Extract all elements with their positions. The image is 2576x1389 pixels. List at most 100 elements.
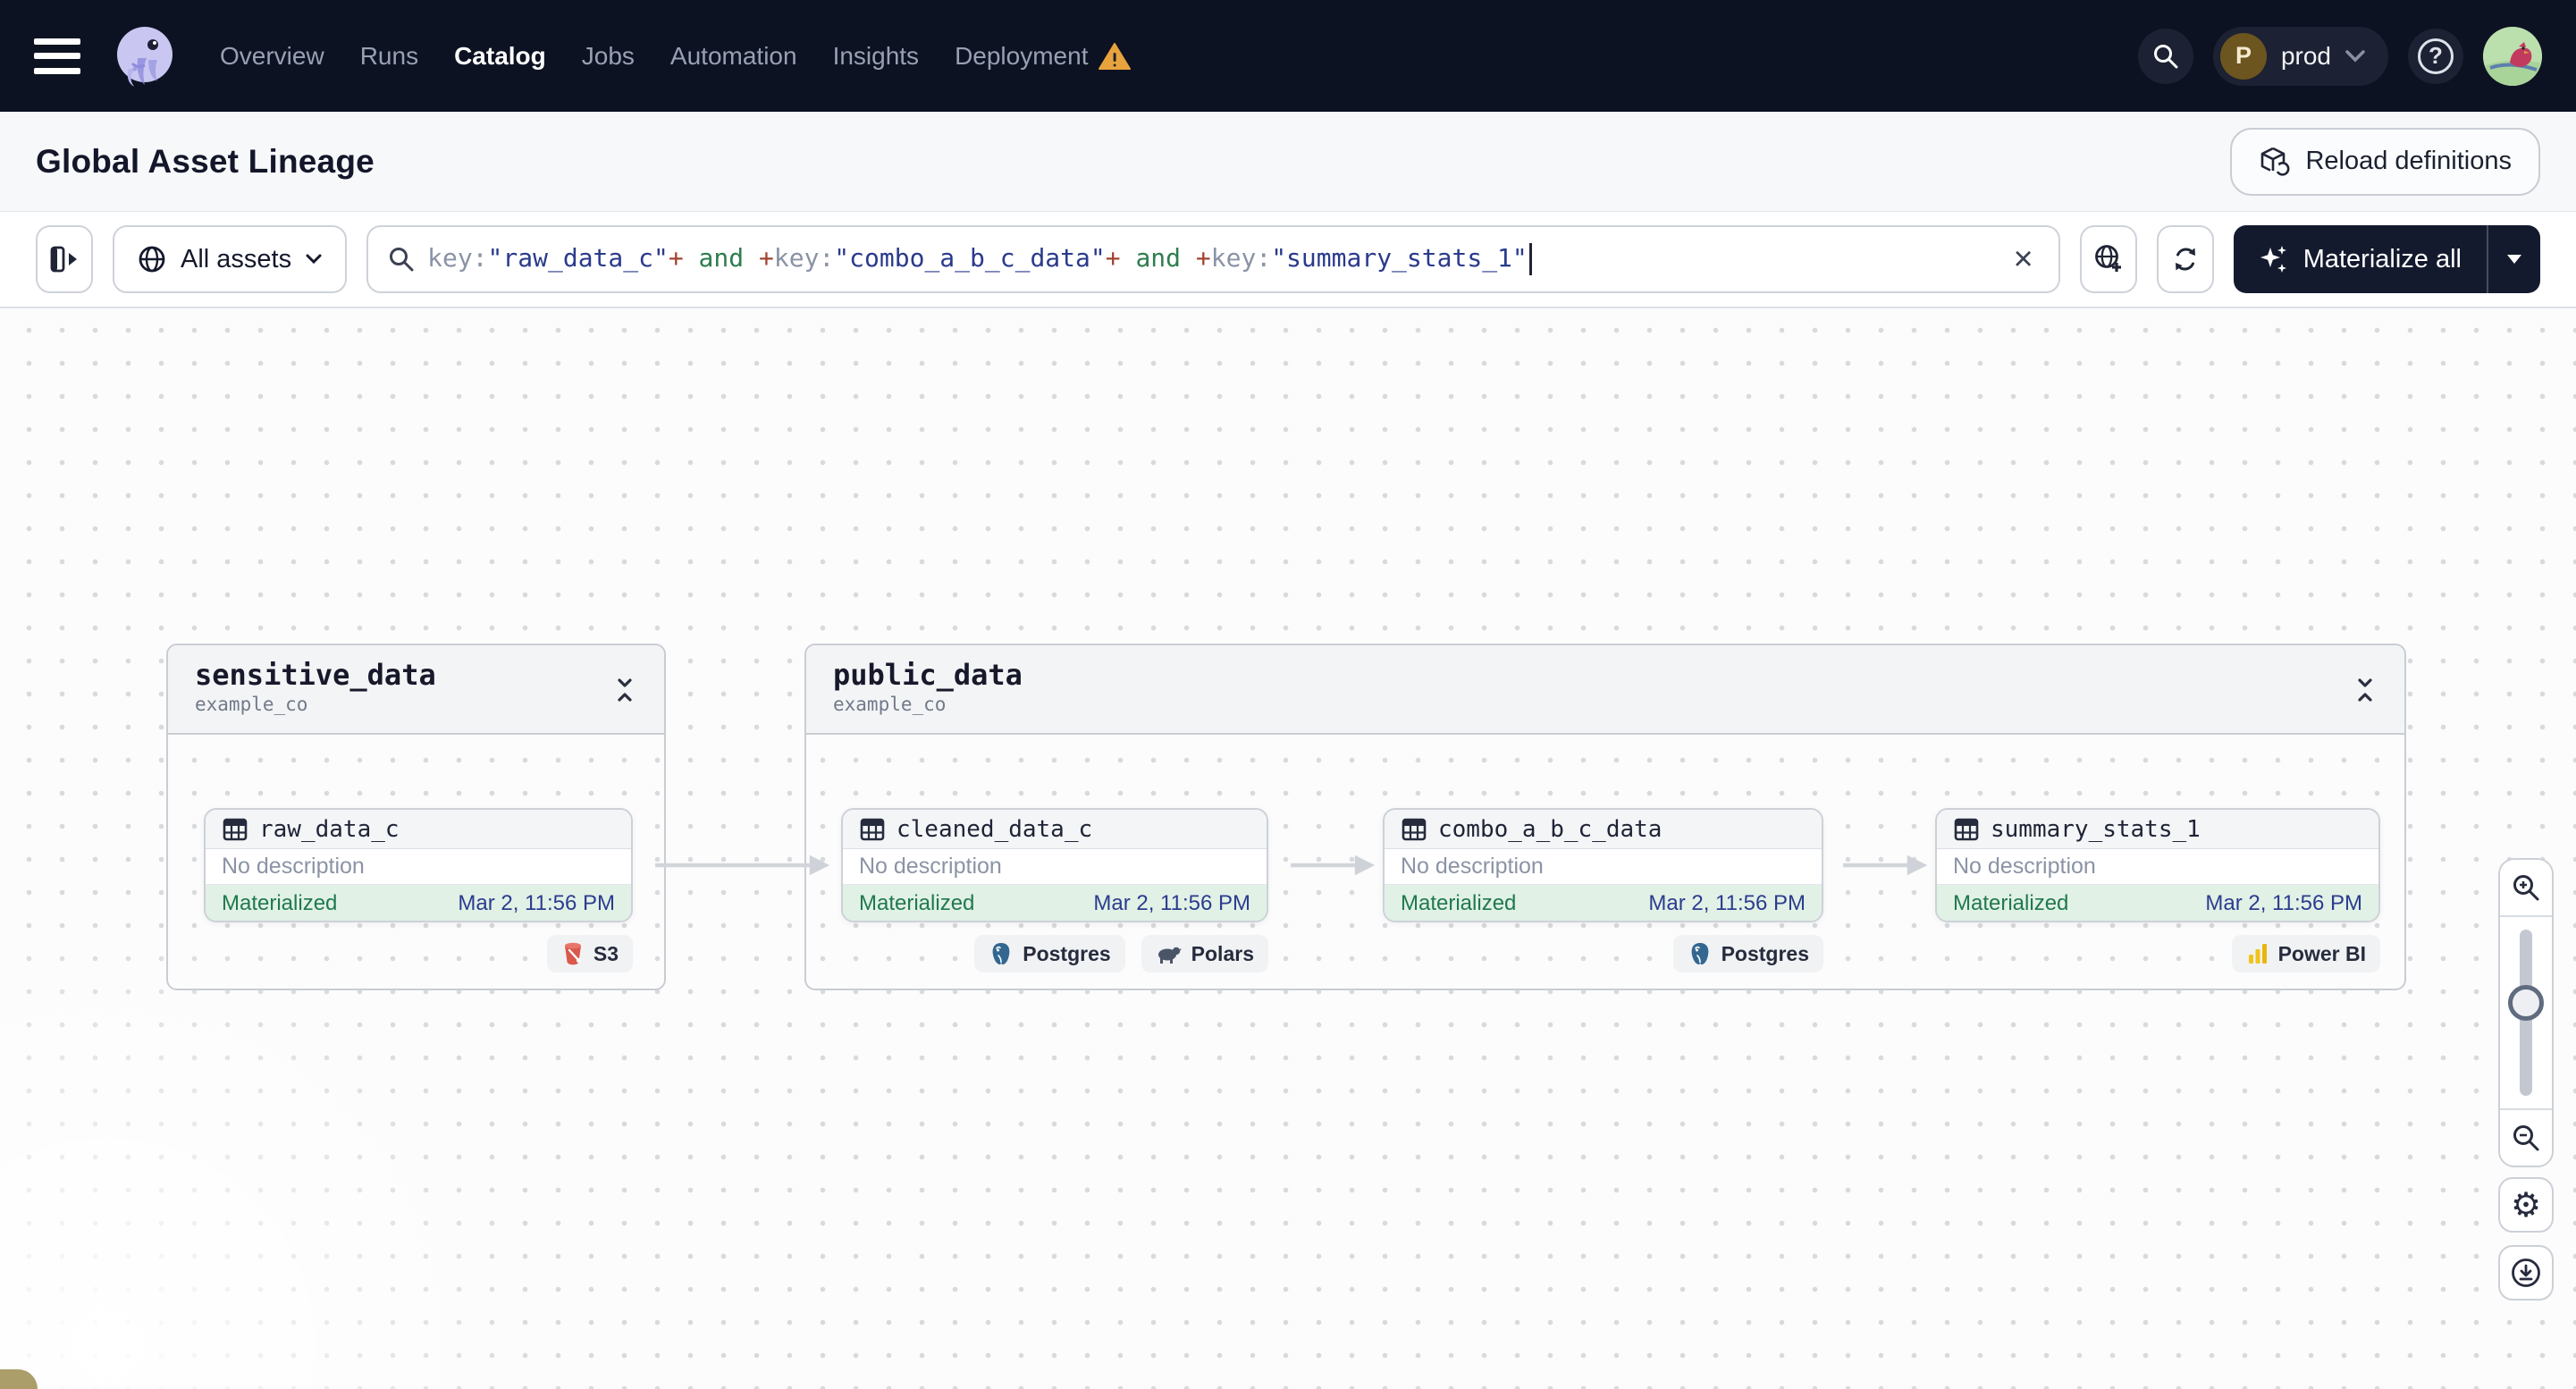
nav-item-insights[interactable]: Insights: [833, 42, 920, 71]
help-button[interactable]: ?: [2408, 28, 2463, 84]
asset-status-row: Materialized Mar 2, 11:56 PM: [206, 885, 631, 921]
chevron-down-icon: [2345, 49, 2365, 62]
question-icon: ?: [2418, 38, 2454, 74]
tag-label: S3: [593, 941, 619, 965]
nav-item-automation[interactable]: Automation: [670, 42, 797, 71]
asset-tags-cleaned-data-c: Postgres Polars: [841, 935, 1268, 972]
clear-search-button[interactable]: ×: [2008, 242, 2039, 276]
refresh-button[interactable]: [2156, 225, 2214, 293]
deployment-initial: P: [2219, 32, 2267, 80]
search-query: key:"raw_data_c"+ and +key:"combo_a_b_c_…: [427, 243, 1995, 275]
avatar-image: [2483, 26, 2542, 86]
globe-plus-icon: [2094, 245, 2121, 272]
graph-settings-button[interactable]: ⚙: [2498, 1177, 2554, 1233]
asset-node-raw-data-c[interactable]: raw_data_c No description Materialized M…: [204, 808, 633, 922]
asset-description: No description: [1385, 849, 1822, 885]
sparkles-icon: [2260, 246, 2286, 273]
powerbi-icon: [2248, 944, 2267, 964]
zoom-out-button[interactable]: [2500, 1110, 2552, 1166]
group-location: example_co: [833, 694, 947, 715]
group-header[interactable]: sensitive_data example_co: [168, 645, 664, 735]
status-badge: Materialized: [1401, 890, 1517, 915]
query-segment: +: [1195, 243, 1211, 273]
lineage-toolbar: All assets key:"raw_data_c"+ and +key:"c…: [0, 212, 2576, 308]
asset-node-cleaned-data-c[interactable]: cleaned_data_c No description Materializ…: [841, 808, 1268, 922]
asset-node-summary-stats-1[interactable]: summary_stats_1 No description Materiali…: [1935, 808, 2380, 922]
collapse-icon: [618, 678, 632, 702]
zoom-in-button[interactable]: [2500, 860, 2552, 915]
collapse-group-button[interactable]: [605, 670, 644, 711]
tag-label: Power BI: [2277, 941, 2366, 965]
reload-cube-icon: [2261, 147, 2290, 176]
status-badge: Materialized: [222, 890, 338, 915]
postgres-icon: [992, 943, 1010, 965]
chevron-down-icon: [306, 254, 322, 265]
query-segment: key:: [773, 243, 835, 273]
download-graph-button[interactable]: [2498, 1245, 2554, 1301]
group-name: public_data: [833, 658, 1023, 692]
asset-name: cleaned_data_c: [897, 815, 1093, 843]
asset-tags-summary-stats-1: Power BI: [1935, 935, 2380, 972]
asset-search-input[interactable]: key:"raw_data_c"+ and +key:"combo_a_b_c_…: [366, 225, 2060, 293]
page-header: Global Asset Lineage Reload definitions: [0, 112, 2576, 212]
asset-description: No description: [206, 849, 631, 885]
zoom-slider[interactable]: [2500, 915, 2552, 1110]
filter-to-selection-button[interactable]: [2079, 225, 2137, 293]
lineage-canvas[interactable]: sensitive_data example_co public_data ex…: [0, 308, 2576, 1389]
menu-icon[interactable]: [34, 38, 80, 74]
materialize-all-button[interactable]: Materialize all: [2234, 225, 2487, 293]
kind-tag-postgres[interactable]: Postgres: [1672, 935, 1823, 972]
zoom-in-icon: [2513, 875, 2539, 901]
dagster-logo[interactable]: [111, 22, 179, 90]
materialize-all-button-group: Materialize all: [2233, 225, 2540, 293]
refresh-icon: [2175, 248, 2195, 271]
table-icon: [1402, 818, 1427, 840]
kind-tag-polars[interactable]: Polars: [1141, 935, 1268, 972]
panel-toggle-icon: [50, 246, 77, 273]
materialization-timestamp: Mar 2, 11:56 PM: [2205, 890, 2362, 915]
s3-icon: [564, 942, 581, 965]
materialization-timestamp: Mar 2, 11:56 PM: [1093, 890, 1250, 915]
nav-item-jobs[interactable]: Jobs: [582, 42, 635, 71]
asset-node-combo-a-b-c-data[interactable]: combo_a_b_c_data No description Material…: [1383, 808, 1823, 922]
kind-tag-powerbi[interactable]: Power BI: [2231, 935, 2380, 972]
reload-definitions-button[interactable]: Reload definitions: [2230, 127, 2540, 196]
globe-icon: [139, 246, 165, 273]
table-icon: [223, 818, 248, 840]
tag-label: Postgres: [1023, 941, 1111, 965]
kind-tag-postgres[interactable]: Postgres: [974, 935, 1125, 972]
query-segment: "combo_a_b_c_data": [834, 243, 1106, 273]
deployment-name: prod: [2280, 41, 2331, 70]
collapse-icon: [2358, 678, 2372, 702]
nav-item-catalog[interactable]: Catalog: [454, 42, 546, 71]
deployment-switcher[interactable]: P prod: [2212, 26, 2388, 86]
asset-description: No description: [843, 849, 1267, 885]
materialization-timestamp: Mar 2, 11:56 PM: [1648, 890, 1806, 915]
main-nav: Overview Runs Catalog Jobs Automation In…: [220, 42, 1132, 71]
navbar-right: P prod ?: [2137, 26, 2542, 86]
table-icon: [1954, 818, 1979, 840]
zoom-slider-handle[interactable]: [2508, 985, 2544, 1021]
nav-item-deployment[interactable]: Deployment: [955, 42, 1132, 71]
asset-tags-raw-data-c: S3: [204, 935, 633, 972]
asset-node-header: cleaned_data_c: [843, 810, 1267, 849]
global-search-button[interactable]: [2137, 28, 2193, 84]
top-navbar: Overview Runs Catalog Jobs Automation In…: [0, 0, 2576, 112]
group-name: sensitive_data: [195, 658, 436, 692]
group-header[interactable]: public_data example_co: [806, 645, 2404, 735]
reload-definitions-label: Reload definitions: [2305, 147, 2512, 175]
asset-status-row: Materialized Mar 2, 11:56 PM: [1385, 885, 1822, 921]
user-avatar[interactable]: [2483, 26, 2542, 86]
query-segment: "raw_data_c": [487, 243, 669, 273]
materialize-options-button[interactable]: [2488, 225, 2540, 293]
group-location: example_co: [195, 694, 308, 715]
nav-item-runs[interactable]: Runs: [360, 42, 418, 71]
collapse-group-button[interactable]: [2345, 670, 2385, 711]
tag-label: Postgres: [1721, 941, 1809, 965]
warning-icon: [1099, 42, 1132, 70]
nav-item-overview[interactable]: Overview: [220, 42, 324, 71]
asset-scope-dropdown[interactable]: All assets: [113, 225, 348, 293]
kind-tag-s3[interactable]: S3: [546, 935, 633, 972]
page-title: Global Asset Lineage: [36, 142, 375, 180]
open-sidebar-button[interactable]: [36, 225, 93, 293]
